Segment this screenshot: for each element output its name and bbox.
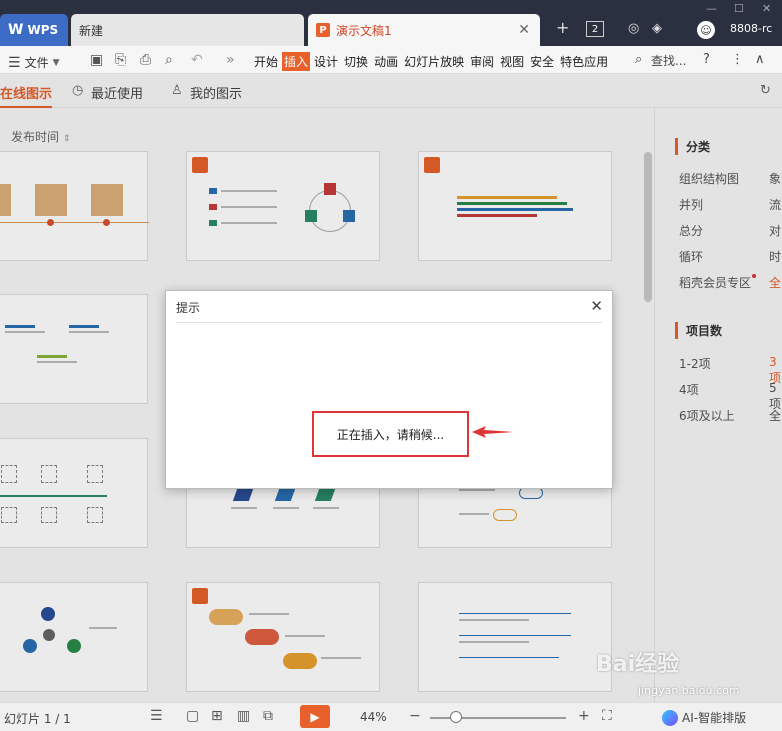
close-tab-icon[interactable]: ✕ — [518, 22, 530, 38]
search-label[interactable]: 查找... — [651, 52, 686, 69]
tab-document[interactable]: P 演示文稿1 ✕ — [308, 14, 540, 46]
more-arrows-icon[interactable]: » — [226, 52, 235, 68]
tab-design[interactable]: 设计 — [312, 52, 340, 71]
dialog-divider — [176, 322, 602, 323]
export-icon[interactable]: ⎘ — [115, 52, 126, 68]
dialog-title: 提示 — [176, 301, 201, 315]
preview-icon[interactable]: ⌕ — [165, 52, 173, 68]
wps-logo-icon: W — [8, 22, 24, 38]
minimize-icon[interactable]: — — [706, 2, 717, 15]
file-menu-label: 文件 — [24, 56, 49, 70]
chevron-down-icon: ▼ — [52, 57, 60, 68]
skin-icon[interactable]: ◈ — [652, 21, 662, 36]
tab-new-label: 新建 — [79, 23, 104, 38]
print-icon[interactable]: ⎙ — [140, 52, 151, 68]
tab-transition[interactable]: 切换 — [342, 52, 370, 71]
fit-window-icon[interactable]: ⛶ — [602, 708, 612, 724]
tab-view[interactable]: 视图 — [498, 52, 526, 71]
version-label: 8808-rc — [730, 22, 773, 35]
maximize-icon[interactable]: ☐ — [734, 2, 744, 15]
new-tab-button[interactable]: + — [556, 18, 569, 37]
zoom-level[interactable]: 44% — [360, 710, 387, 724]
status-bar: 幻灯片 1 / 1 ☰ ▢ ⊞ ▥ ⧉ ▶ 44% − + ⛶ AI-智能排版 — [0, 702, 782, 731]
title-bar: — ☐ ✕ W WPS 新建 P 演示文稿1 ✕ + 2 ◎ ◈ ☺ 8808-… — [0, 0, 782, 46]
tab-wps[interactable]: W WPS — [0, 14, 68, 46]
ribbon-tabs: 开始 插入 设计 切换 动画 幻灯片放映 审阅 视图 安全 特色应用 — [252, 52, 610, 71]
presentation-icon: P — [316, 23, 330, 37]
tab-document-label: 演示文稿1 — [336, 23, 392, 38]
slide-counter: 幻灯片 1 / 1 — [4, 712, 71, 726]
watermark-sub: jingyan.baidu.com — [638, 684, 740, 697]
tab-insert[interactable]: 插入 — [282, 52, 311, 71]
file-menu[interactable]: ☰ 文件 ▼ — [8, 54, 60, 71]
watermark-main: Bai经验 — [596, 652, 680, 677]
normal-view-icon[interactable]: ▢ — [186, 708, 199, 724]
avatar[interactable]: ☺ — [697, 21, 715, 39]
tab-animation[interactable]: 动画 — [372, 52, 400, 71]
tab-slideshow[interactable]: 幻灯片放映 — [402, 52, 466, 71]
tab-security[interactable]: 安全 — [528, 52, 556, 71]
hamburger-icon: ☰ — [8, 54, 21, 71]
tab-wps-label: WPS — [27, 23, 59, 37]
play-button[interactable]: ▶ — [300, 705, 330, 728]
search-icon[interactable]: ⌕ — [635, 52, 642, 67]
insert-dialog: 提示 ✕ 正在插入，请稍候... — [165, 290, 613, 489]
zoom-out-icon[interactable]: − — [409, 708, 421, 724]
dialog-message: 正在插入，请稍候... — [312, 411, 469, 457]
cloud-icon[interactable]: ◎ — [628, 21, 639, 36]
collapse-ribbon-icon[interactable]: ∧ — [755, 52, 765, 67]
ai-layout-label: AI-智能排版 — [682, 711, 747, 725]
zoom-in-icon[interactable]: + — [578, 708, 590, 724]
help-icon[interactable]: ? — [703, 52, 710, 67]
tab-count-badge[interactable]: 2 — [586, 21, 604, 37]
more-icon[interactable]: ⋮ — [731, 52, 744, 67]
tab-review[interactable]: 审阅 — [468, 52, 496, 71]
menu-bar: ☰ 文件 ▼ ▣ ⎘ ⎙ ⌕ ↶ » 开始 插入 设计 切换 动画 幻灯片放映 … — [0, 46, 782, 74]
annotation-arrow-icon — [472, 426, 514, 438]
ai-icon — [662, 709, 678, 726]
tab-special[interactable]: 特色应用 — [558, 52, 610, 71]
tab-new[interactable]: 新建 — [71, 14, 304, 46]
zoom-slider-handle[interactable] — [450, 711, 462, 723]
watermark: Bai经验 jingyan.baidu.com — [596, 646, 746, 706]
reading-view-icon[interactable]: ▥ — [237, 708, 250, 724]
presenter-icon[interactable]: ⧉ — [263, 708, 273, 724]
close-icon[interactable]: ✕ — [590, 297, 603, 315]
save-icon[interactable]: ▣ — [90, 52, 103, 68]
ai-layout-button[interactable]: AI-智能排版 — [662, 709, 746, 726]
undo-icon[interactable]: ↶ — [191, 52, 203, 68]
tab-start[interactable]: 开始 — [252, 52, 280, 71]
slide-sorter-icon[interactable]: ⊞ — [211, 708, 223, 724]
close-window-icon[interactable]: ✕ — [762, 2, 771, 15]
notes-icon[interactable]: ☰ — [150, 708, 163, 724]
